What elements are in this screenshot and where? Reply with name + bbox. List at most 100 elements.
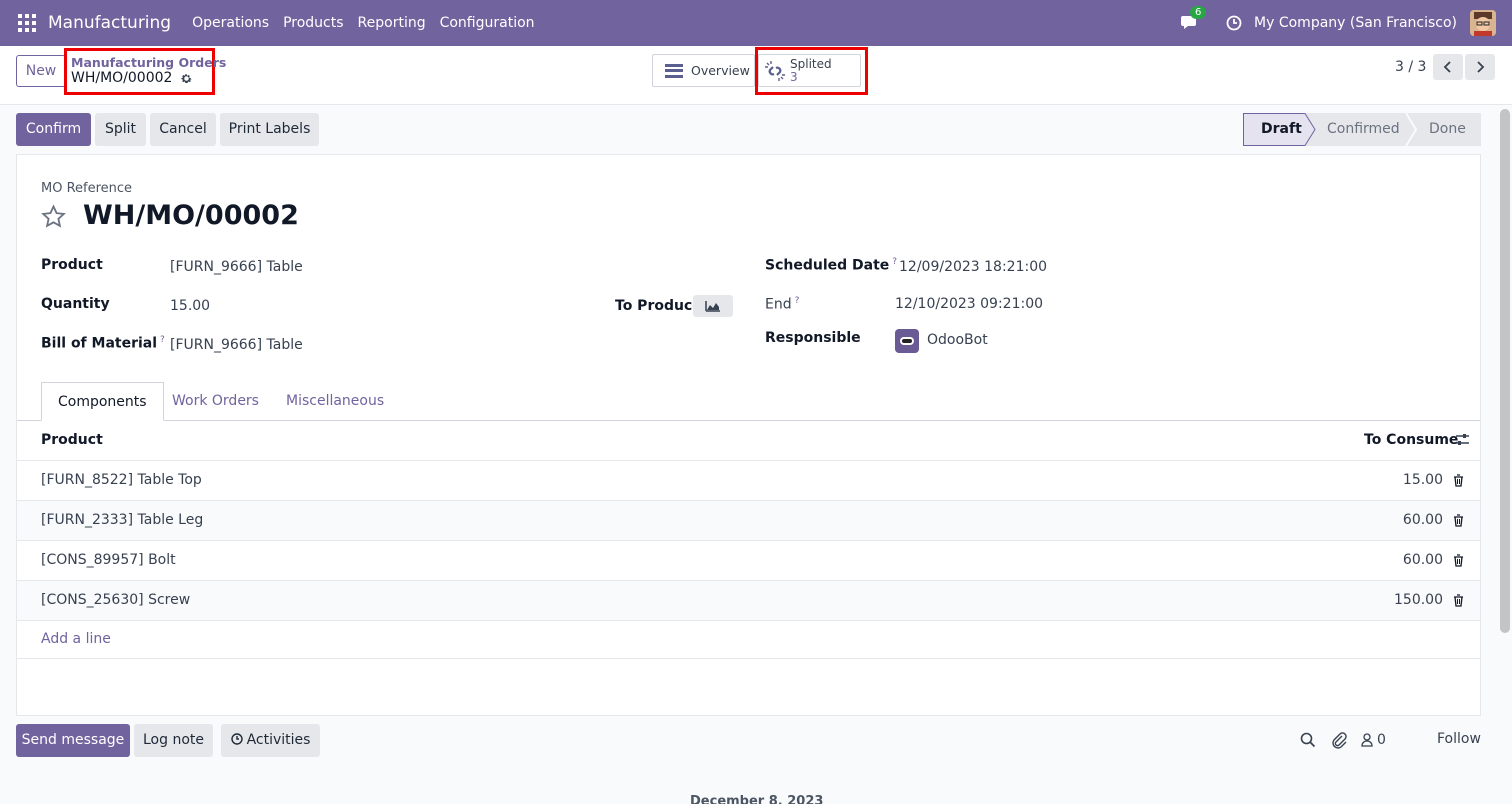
activities-button[interactable]: Activities: [221, 724, 320, 757]
bom-label-text: Bill of Material: [41, 335, 158, 352]
star-icon[interactable]: [40, 204, 67, 230]
responsible-label: Responsible: [765, 330, 861, 346]
odoobot-avatar: [895, 329, 919, 353]
table-bottom-divider: [17, 658, 1480, 659]
send-message-button[interactable]: Send message: [16, 724, 130, 757]
status-confirmed[interactable]: Confirmed: [1327, 113, 1400, 146]
overview-smart-button[interactable]: Overview: [652, 54, 755, 87]
breadcrumb-current: WH/MO/00002: [71, 70, 193, 86]
scheduled-date-label: Scheduled Date?: [765, 257, 897, 274]
product-label: Product: [41, 257, 103, 273]
page-scrollbar[interactable]: [1500, 109, 1510, 633]
pager-value[interactable]: 3 / 3: [1395, 59, 1426, 75]
scheduled-help-icon[interactable]: ?: [892, 257, 897, 267]
product-label-text: Product: [41, 257, 103, 273]
breadcrumb-parent[interactable]: Manufacturing Orders: [71, 55, 226, 70]
responsible-field[interactable]: OdooBot: [927, 332, 988, 348]
clock-icon: [230, 733, 243, 745]
list-icon: [665, 63, 683, 78]
split-button[interactable]: Split: [95, 113, 146, 146]
trash-icon[interactable]: [1453, 474, 1464, 487]
row-to-consume[interactable]: 60.00: [1403, 552, 1443, 568]
table-row[interactable]: [FURN_2333] Table Leg 60.00: [17, 500, 1480, 540]
bom-label: Bill of Material?: [41, 335, 165, 352]
table-row[interactable]: [CONS_89957] Bolt 60.00: [17, 540, 1480, 580]
chevron-right-icon: [1477, 61, 1485, 73]
tab-components[interactable]: Components: [41, 382, 164, 421]
messaging-badge: 6: [1190, 6, 1207, 19]
status-draft[interactable]: Draft: [1261, 113, 1302, 146]
menu-operations[interactable]: Operations: [192, 15, 269, 31]
follower-icon[interactable]: [1361, 733, 1373, 747]
scheduled-date-label-text: Scheduled Date: [765, 257, 890, 274]
gear-icon[interactable]: [180, 72, 193, 85]
confirm-button[interactable]: Confirm: [16, 113, 91, 146]
pager-next-button[interactable]: [1465, 54, 1495, 80]
splited-smart-button[interactable]: Splited 3: [758, 54, 861, 87]
table-row[interactable]: [CONS_25630] Screw 150.00: [17, 580, 1480, 620]
to-produce-label: To Produce: [615, 298, 702, 314]
product-field[interactable]: [FURN_9666] Table: [170, 259, 303, 275]
breadcrumb-current-label: WH/MO/00002: [71, 70, 173, 86]
messaging-icon[interactable]: 6: [1180, 6, 1207, 32]
apps-menu-icon[interactable]: [18, 14, 36, 32]
trash-icon[interactable]: [1453, 514, 1464, 527]
row-product[interactable]: [CONS_25630] Screw: [41, 592, 190, 608]
company-switcher[interactable]: My Company (San Francisco): [1254, 15, 1457, 31]
bom-field[interactable]: [FURN_9666] Table: [170, 337, 303, 353]
log-note-button[interactable]: Log note: [134, 724, 213, 757]
forecast-report-button[interactable]: [693, 295, 733, 317]
tab-work-orders[interactable]: Work Orders: [156, 382, 275, 421]
control-panel: New Manufacturing Orders WH/MO/00002 Ove…: [0, 46, 1512, 105]
new-button[interactable]: New: [16, 55, 66, 87]
column-header-to-consume[interactable]: To Consume: [1364, 432, 1458, 448]
optional-columns-icon[interactable]: [1455, 432, 1470, 447]
top-navbar: Manufacturing Operations Products Report…: [0, 0, 1512, 46]
activities-label: Activities: [246, 732, 311, 748]
unlink-icon: [765, 61, 785, 81]
quantity-field[interactable]: 15.00: [170, 298, 210, 314]
row-product[interactable]: [FURN_8522] Table Top: [41, 472, 202, 488]
add-line-link[interactable]: Add a line: [41, 631, 111, 647]
cancel-button[interactable]: Cancel: [150, 113, 216, 146]
end-label-text: End: [765, 296, 792, 313]
follow-button[interactable]: Follow: [1437, 731, 1481, 747]
bom-help-icon[interactable]: ?: [160, 335, 165, 345]
mo-reference-label: MO Reference: [41, 181, 133, 196]
quantity-label: Quantity: [41, 296, 110, 312]
user-avatar[interactable]: [1470, 10, 1496, 36]
row-product[interactable]: [FURN_2333] Table Leg: [41, 512, 203, 528]
end-help-icon[interactable]: ?: [795, 296, 800, 306]
area-chart-icon: [705, 301, 720, 312]
end-date-field[interactable]: 12/10/2023 09:21:00: [895, 296, 1043, 312]
trash-icon[interactable]: [1453, 554, 1464, 567]
row-to-consume[interactable]: 15.00: [1403, 472, 1443, 488]
row-to-consume[interactable]: 150.00: [1394, 592, 1443, 608]
paperclip-icon[interactable]: [1331, 731, 1347, 749]
trash-icon[interactable]: [1453, 594, 1464, 607]
table-row[interactable]: [FURN_8522] Table Top 15.00: [17, 460, 1480, 500]
app-brand[interactable]: Manufacturing: [48, 13, 171, 33]
splited-count: 3: [790, 70, 798, 84]
menu-reporting[interactable]: Reporting: [358, 15, 426, 31]
search-icon[interactable]: [1300, 732, 1316, 748]
pager-previous-button[interactable]: [1433, 54, 1463, 80]
robot-face-icon: [900, 337, 914, 345]
menu-configuration[interactable]: Configuration: [440, 15, 535, 31]
print-labels-button[interactable]: Print Labels: [220, 113, 319, 146]
end-label: End?: [765, 296, 799, 313]
followers-count[interactable]: 0: [1377, 732, 1386, 748]
scheduled-date-field[interactable]: 12/09/2023 18:21:00: [899, 259, 1047, 275]
activity-clock-icon[interactable]: [1226, 15, 1242, 31]
tab-miscellaneous[interactable]: Miscellaneous: [270, 382, 400, 421]
column-header-product[interactable]: Product: [41, 432, 103, 448]
form-sheet: [16, 154, 1481, 716]
status-bar: Draft Confirmed Done: [1243, 113, 1481, 146]
row-product[interactable]: [CONS_89957] Bolt: [41, 552, 176, 568]
menu-products[interactable]: Products: [283, 15, 343, 31]
quantity-label-text: Quantity: [41, 296, 110, 312]
table-divider: [17, 620, 1480, 621]
row-to-consume[interactable]: 60.00: [1403, 512, 1443, 528]
mo-reference-value: WH/MO/00002: [83, 200, 299, 231]
status-done[interactable]: Done: [1429, 113, 1466, 146]
